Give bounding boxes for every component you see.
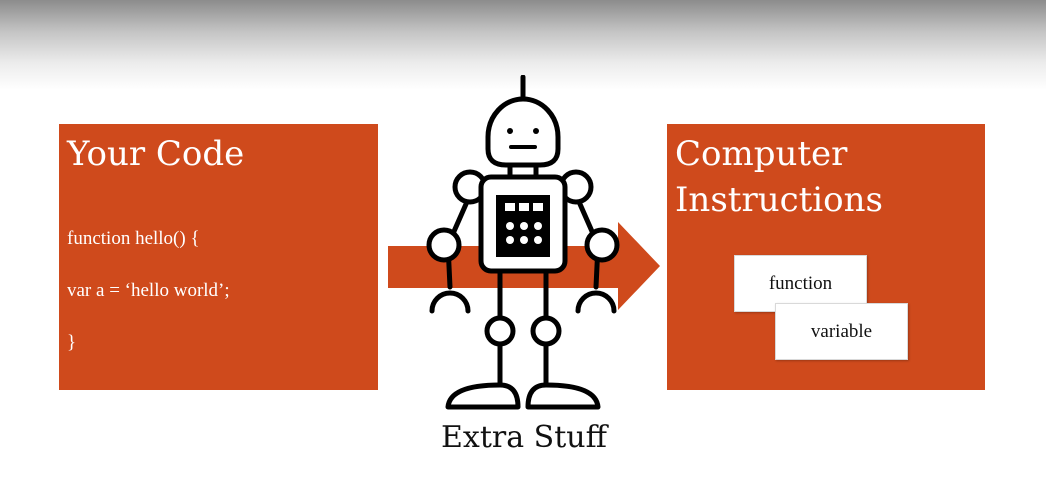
extra-stuff-label: Extra Stuff (441, 420, 607, 455)
code-line: } (67, 332, 77, 353)
code-line: function hello() { (67, 228, 200, 249)
variable-box: variable (775, 303, 908, 360)
your-code-title: Your Code (67, 134, 245, 174)
your-code-panel: Your Code function hello() { var a = ‘he… (59, 124, 378, 390)
robot-icon (426, 75, 620, 410)
code-line: var a = ‘hello world’; (67, 280, 230, 301)
computer-instructions-title: Computer (675, 134, 848, 174)
computer-instructions-title: Instructions (675, 180, 883, 220)
